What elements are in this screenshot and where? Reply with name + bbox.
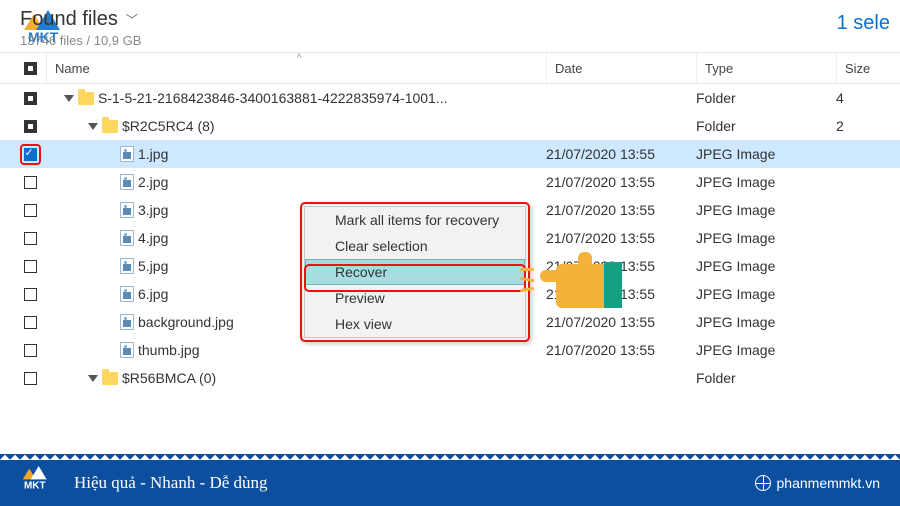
menu-item-preview[interactable]: Preview — [305, 285, 525, 311]
footer-slogan: Hiệu quả - Nhanh - Dễ dùng — [74, 473, 755, 493]
header-checkbox[interactable] — [14, 62, 46, 75]
row-checkbox[interactable] — [14, 344, 46, 357]
row-checkbox[interactable] — [14, 260, 46, 273]
chevron-down-icon[interactable]: ﹀ — [126, 11, 138, 28]
row-date: 21/07/2020 13:55 — [546, 342, 696, 358]
expand-icon[interactable] — [64, 95, 74, 102]
menu-item-hex-view[interactable]: Hex view — [305, 311, 525, 337]
folder-icon — [102, 372, 118, 385]
header: MKT Found files ﹀ 13746 files / 10,9 GB … — [0, 0, 900, 52]
row-size: 4 — [836, 90, 900, 106]
row-name[interactable]: $R56BMCA (0) — [46, 370, 546, 386]
row-date: 21/07/2020 13:55 — [546, 174, 696, 190]
page-title[interactable]: Found files — [20, 8, 118, 31]
row-checkbox[interactable] — [14, 92, 46, 105]
row-checkbox[interactable] — [14, 176, 46, 189]
selection-count: 1 sele — [837, 12, 890, 35]
row-checkbox[interactable] — [14, 120, 46, 133]
mkt-logo-icon: MKT — [20, 466, 60, 500]
files-summary: 13746 files / 10,9 GB — [20, 33, 880, 48]
image-file-icon — [120, 258, 134, 274]
footer-site-label: phanmemmkt.vn — [777, 475, 880, 491]
row-type: JPEG Image — [696, 286, 836, 302]
table-row[interactable]: S-1-5-21-2168423846-3400163881-422283597… — [0, 84, 900, 112]
column-name-label: Name — [55, 61, 90, 76]
row-type: Folder — [696, 118, 836, 134]
column-size[interactable]: Size — [836, 53, 900, 83]
image-file-icon — [120, 174, 134, 190]
expand-icon[interactable] — [88, 375, 98, 382]
file-name-label: 1.jpg — [138, 146, 168, 162]
footer-banner: MKT Hiệu quả - Nhanh - Dễ dùng phanmemmk… — [0, 460, 900, 506]
row-date: 21/07/2020 13:55 — [546, 146, 696, 162]
row-checkbox[interactable] — [14, 372, 46, 385]
image-file-icon — [120, 286, 134, 302]
table-row[interactable]: $R56BMCA (0) Folder — [0, 364, 900, 392]
file-name-label: S-1-5-21-2168423846-3400163881-422283597… — [98, 90, 448, 106]
expand-icon[interactable] — [88, 123, 98, 130]
footer-site[interactable]: phanmemmkt.vn — [755, 475, 880, 491]
folder-icon — [102, 120, 118, 133]
file-name-label: 2.jpg — [138, 174, 168, 190]
image-file-icon — [120, 314, 134, 330]
row-type: Folder — [696, 90, 836, 106]
table-row[interactable]: 2.jpg 21/07/2020 13:55JPEG Image — [0, 168, 900, 196]
row-type: JPEG Image — [696, 342, 836, 358]
column-name[interactable]: Name ˄ — [46, 53, 546, 83]
row-name[interactable]: $R2C5RC4 (8) — [46, 118, 546, 134]
table-row[interactable]: 1.jpg 21/07/2020 13:55JPEG Image — [0, 140, 900, 168]
image-file-icon — [120, 230, 134, 246]
file-name-label: 6.jpg — [138, 286, 168, 302]
menu-item-mark-all-items-for-recovery[interactable]: Mark all items for recovery — [305, 207, 525, 233]
column-type[interactable]: Type — [696, 53, 836, 83]
image-file-icon — [120, 342, 134, 358]
table-header: Name ˄ Date Type Size — [0, 52, 900, 84]
menu-item-recover[interactable]: Recover — [305, 259, 525, 285]
row-type: Folder — [696, 370, 836, 386]
row-checkbox[interactable] — [14, 204, 46, 217]
file-name-label: $R2C5RC4 (8) — [122, 118, 215, 134]
sort-caret-icon: ˄ — [297, 51, 302, 61]
context-menu[interactable]: Mark all items for recoveryClear selecti… — [300, 202, 530, 342]
row-name[interactable]: 1.jpg — [46, 146, 546, 162]
file-name-label: 4.jpg — [138, 230, 168, 246]
row-type: JPEG Image — [696, 230, 836, 246]
file-name-label: 5.jpg — [138, 258, 168, 274]
image-file-icon — [120, 146, 134, 162]
image-file-icon — [120, 202, 134, 218]
row-name[interactable]: 2.jpg — [46, 174, 546, 190]
row-date: 21/07/2020 13:55 — [546, 202, 696, 218]
file-name-label: background.jpg — [138, 314, 234, 330]
file-name-label: $R56BMCA (0) — [122, 370, 216, 386]
row-date: 21/07/2020 13:55 — [546, 230, 696, 246]
row-name[interactable]: thumb.jpg — [46, 342, 546, 358]
column-date[interactable]: Date — [546, 53, 696, 83]
globe-icon — [755, 475, 771, 491]
table-row[interactable]: $R2C5RC4 (8) Folder2 — [0, 112, 900, 140]
menu-item-clear-selection[interactable]: Clear selection — [305, 233, 525, 259]
row-type: JPEG Image — [696, 258, 836, 274]
file-name-label: thumb.jpg — [138, 342, 199, 358]
pointing-hand-icon — [548, 250, 618, 320]
row-size: 2 — [836, 118, 900, 134]
folder-icon — [78, 92, 94, 105]
row-checkbox[interactable] — [14, 232, 46, 245]
row-type: JPEG Image — [696, 174, 836, 190]
row-checkbox[interactable] — [14, 144, 46, 165]
row-type: JPEG Image — [696, 202, 836, 218]
row-type: JPEG Image — [696, 314, 836, 330]
row-name[interactable]: S-1-5-21-2168423846-3400163881-422283597… — [46, 90, 546, 106]
row-type: JPEG Image — [696, 146, 836, 162]
row-checkbox[interactable] — [14, 316, 46, 329]
row-checkbox[interactable] — [14, 288, 46, 301]
svg-text:MKT: MKT — [24, 481, 46, 492]
file-name-label: 3.jpg — [138, 202, 168, 218]
